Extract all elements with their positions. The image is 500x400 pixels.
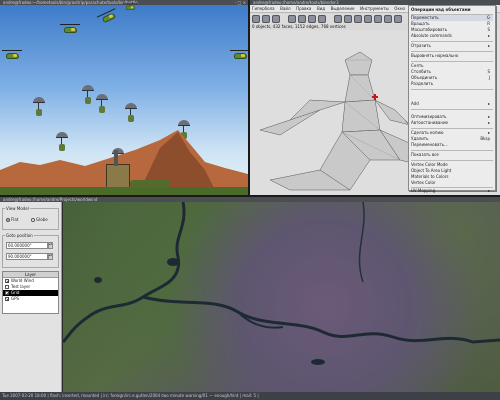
map-sidebar: View Model Flat Globe Goto position 60.0… <box>0 202 62 392</box>
menu-item-show-all[interactable]: Показать все <box>411 152 493 158</box>
rotate-icon[interactable] <box>344 15 352 23</box>
goto-position-group: Goto position 60.000000° ▴▾ 90.000000° ▴… <box>2 233 59 268</box>
new-icon[interactable] <box>252 15 260 23</box>
menu-select[interactable]: Выделение <box>329 5 357 13</box>
turret <box>114 150 118 166</box>
tank <box>130 180 170 188</box>
light-icon[interactable] <box>384 15 392 23</box>
menu-item-vertex-color[interactable]: Vertex Color <box>411 180 493 186</box>
menu-window[interactable]: Окно <box>392 5 407 13</box>
modeller-window[interactable]: andre@fradeo:/home/andre/tools/blender3 … <box>250 0 500 195</box>
sphere-icon[interactable] <box>298 15 306 23</box>
window-label: Гипербола <box>252 6 275 11</box>
paratrooper <box>96 94 108 114</box>
taskbar-text: Tue 2007-03-20 18:00 | flash: inserted, … <box>2 393 259 398</box>
satellite-map[interactable] <box>63 202 500 392</box>
layer-list: Layer × World Wind Test layer × Grid × GPS <box>2 271 59 314</box>
longitude-input[interactable]: 90.000000° <box>6 253 48 260</box>
menu-item-add[interactable]: Add ▸ <box>411 101 493 107</box>
settings-icon[interactable] <box>394 15 402 23</box>
menu-item-rename[interactable]: Переименовать... <box>411 142 493 148</box>
scene-stats: 0 objects, 432 faces, 1152 edges, 768 ve… <box>252 24 346 29</box>
flat-radio[interactable]: Flat <box>6 217 18 222</box>
menu-item-mirror[interactable]: Отразить ▸ <box>411 43 493 49</box>
helicopter <box>230 50 248 60</box>
latitude-input[interactable]: 60.000000° <box>6 242 48 249</box>
goto-position-label: Goto position <box>5 233 34 238</box>
menu-tools[interactable]: Инструменты <box>358 5 391 13</box>
menu-item-align-normal[interactable]: Выровнять нормально <box>411 53 493 59</box>
view-model-label: View Model <box>5 206 30 211</box>
globe-radio[interactable]: Globe <box>31 217 48 222</box>
status-taskbar: Tue 2007-03-20 18:00 | flash: inserted, … <box>0 392 500 400</box>
bunker <box>106 164 130 188</box>
helicopter <box>2 50 22 60</box>
layer-checkbox[interactable]: × <box>5 297 9 302</box>
object-context-menu[interactable]: Операции над объектами Переместить G Вращ… <box>408 5 496 194</box>
menu-item-uv-mapping[interactable]: UV Mapping ▸ <box>411 188 493 194</box>
cylinder-icon[interactable] <box>308 15 316 23</box>
river-overlay <box>63 202 500 365</box>
map-window[interactable]: andre@fradeo:/home/andre/Projects/worldw… <box>0 197 500 392</box>
paratrooper <box>33 97 45 117</box>
helicopter <box>96 8 119 26</box>
menu-edit[interactable]: Правка <box>294 5 313 13</box>
layer-checkbox[interactable]: × <box>5 279 9 284</box>
paratrooper <box>82 85 94 105</box>
move-icon[interactable] <box>334 15 342 23</box>
render-icon[interactable] <box>364 15 372 23</box>
layer-checkbox[interactable] <box>5 285 9 289</box>
scale-icon[interactable] <box>354 15 362 23</box>
cone-icon[interactable] <box>318 15 326 23</box>
game-window[interactable]: andre@fradeo:~/hometools/bin/gravitrip/p… <box>0 0 248 195</box>
helicopter <box>123 3 137 11</box>
ground <box>0 187 248 195</box>
view-model-group: View Model Flat Globe <box>2 206 59 230</box>
context-menu-title: Операции над объектами <box>411 7 471 12</box>
menu-item-auto[interactable]: Автоостанивание ▸ <box>411 120 493 126</box>
layer-row[interactable]: × GPS <box>3 296 58 302</box>
layer-checkbox[interactable]: × <box>5 291 9 296</box>
cube-icon[interactable] <box>288 15 296 23</box>
menu-file[interactable]: Вайл <box>278 5 292 13</box>
helicopter <box>60 24 80 34</box>
game-title: andre@fradeo:~/hometools/bin/gravitrip/p… <box>3 0 138 5</box>
open-icon[interactable] <box>262 15 270 23</box>
save-icon[interactable] <box>272 15 280 23</box>
camera-icon[interactable] <box>374 15 382 23</box>
game-window-controls[interactable]: - □ × <box>235 0 246 5</box>
menu-view[interactable]: Вид <box>315 5 327 13</box>
menu-item-absolute-commands[interactable]: Absolute commands ▸ <box>411 33 493 39</box>
menu-item-split[interactable]: Разделить <box>411 81 493 87</box>
latitude-spinner[interactable]: ▴▾ <box>48 242 53 249</box>
longitude-spinner[interactable]: ▴▾ <box>48 253 53 260</box>
paratrooper <box>125 103 137 123</box>
